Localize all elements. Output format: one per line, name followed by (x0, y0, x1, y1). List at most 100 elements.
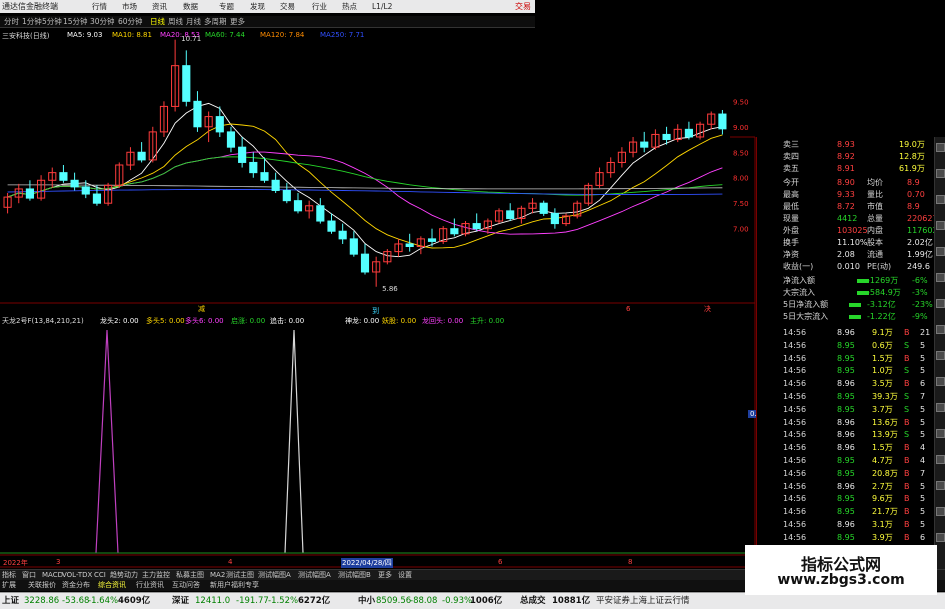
tick-time: 14:56 (783, 366, 807, 376)
sidebar-button-icon[interactable] (936, 299, 945, 308)
period-tab-10[interactable]: 更多 (230, 16, 245, 28)
menu-item-4[interactable]: 专题 (219, 0, 234, 13)
menu-item-6[interactable]: 交易 (280, 0, 295, 13)
tick-price: 8.95 (837, 507, 855, 517)
sidebar-button-icon[interactable] (936, 403, 945, 412)
sidebar-button-icon[interactable] (936, 195, 945, 204)
period-tab-6[interactable]: 日线 (150, 16, 165, 28)
index-value-2: 8509.56 (376, 596, 412, 606)
flow-bar-2 (849, 303, 861, 307)
sidebar-button-icon[interactable] (936, 455, 945, 464)
flow-label-2: 5日净流入额 (783, 300, 829, 309)
top-marker-2: 决 (704, 305, 711, 313)
low-marker: 到 (372, 307, 380, 315)
flow-pct-1: -3% (912, 288, 928, 297)
tick-volume: 3.1万 (872, 520, 893, 529)
menu-item-7[interactable]: 行业 (312, 0, 327, 13)
menu-item-3[interactable]: 数据 (183, 0, 198, 13)
candle-body (70, 179, 79, 188)
ma10-line (7, 123, 723, 249)
period-tab-3[interactable]: 15分钟 (63, 16, 88, 28)
sidebar-button-icon[interactable] (936, 533, 945, 542)
date-label-2: 4 (228, 558, 233, 566)
tick-price: 8.95 (837, 353, 855, 363)
total-volume-label: 总成交 (520, 596, 546, 606)
candle-body (25, 188, 34, 199)
stat-label-5: 换手 (783, 238, 799, 247)
period-tab-5[interactable]: 60分钟 (118, 16, 143, 28)
high-price-label: 10.71 (181, 34, 202, 43)
tick-time: 14:56 (783, 379, 807, 389)
price-axis-label: 8.00 (733, 175, 749, 183)
tick-time: 14:56 (783, 353, 807, 363)
tick-price: 8.95 (837, 366, 855, 376)
tick-price: 8.96 (837, 430, 855, 440)
sidebar-button-icon[interactable] (936, 169, 945, 178)
candle-body (249, 161, 258, 174)
tick-side: B (904, 494, 910, 504)
tick-volume: 3.9万 (872, 532, 893, 542)
ma20-line (7, 151, 723, 235)
period-tab-1[interactable]: 1分钟 (22, 16, 42, 28)
tick-side: B (904, 456, 910, 465)
tick-volume: 0.6万 (872, 340, 893, 350)
index-name-2: 中小 (358, 596, 376, 606)
tick-price: 8.95 (837, 468, 855, 478)
sidebar-button-icon[interactable] (936, 273, 945, 282)
sidebar-button-icon[interactable] (936, 507, 945, 516)
candle-body (360, 253, 370, 273)
tick-time: 14:56 (783, 456, 807, 465)
sidebar-button-icon[interactable] (936, 377, 945, 386)
period-tab-7[interactable]: 周线 (168, 16, 183, 28)
period-tab-4[interactable]: 30分钟 (90, 16, 115, 28)
menu-item-1[interactable]: 市场 (122, 0, 137, 13)
indicator-field-8: 主升: 0.00 (470, 317, 505, 325)
sidebar-button-icon[interactable] (936, 143, 945, 152)
tick-volume: 9.6万 (872, 494, 893, 504)
sidebar-button-icon[interactable] (936, 325, 945, 334)
flow-value-1: -584.9万 (867, 288, 901, 297)
sidebar-button-icon[interactable] (936, 481, 945, 490)
menu-item-8[interactable]: 热点 (342, 0, 357, 13)
info-tab-3[interactable]: 综合资讯 (98, 580, 126, 591)
menu-item-0[interactable]: 行情 (92, 0, 107, 13)
date-label-5: 8 (628, 558, 633, 566)
menu-item-9[interactable]: L1/L2 (372, 0, 392, 13)
candle-body (349, 238, 358, 255)
sidebar-button-icon[interactable] (936, 247, 945, 256)
tick-time: 14:56 (783, 443, 807, 453)
info-tab-2[interactable]: 资金分布 (62, 580, 90, 591)
info-tab-6[interactable]: 新用户福利专享 (210, 580, 259, 591)
ask-label-0: 卖三 (783, 140, 799, 149)
period-tab-9[interactable]: 多周期 (204, 16, 227, 28)
indicator-field-3: 启涨: 0.00 (231, 317, 266, 325)
info-tab-1[interactable]: 关联报价 (28, 580, 56, 591)
sidebar-button-icon[interactable] (936, 351, 945, 360)
menu-item-2[interactable]: 资讯 (152, 0, 167, 13)
tick-count: 5 (920, 494, 926, 504)
tick-side: S (904, 430, 910, 440)
sidebar-button-icon[interactable] (936, 221, 945, 230)
period-tab-2[interactable]: 5分钟 (42, 16, 62, 28)
indicator-spike-2 (284, 329, 304, 554)
index-value-0: 3228.86 (24, 596, 60, 606)
stat-label2-5: 股本 (867, 238, 883, 247)
tick-side: B (904, 520, 910, 529)
info-tab-0[interactable]: 扩展 (2, 580, 16, 591)
sidebar-button-icon[interactable] (936, 429, 945, 438)
ask-volume-0: 19.0万 (899, 140, 925, 149)
period-toolbar: 分时 1分钟 5分钟 15分钟 30分钟 60分钟 日线 周线 月线 多周期 更多 (0, 16, 535, 28)
stat-label2-0: 均价 (867, 178, 883, 187)
indicator-field-5: 神龙: 0.00 (345, 317, 380, 325)
watermark-url: www.zbgs3.com (777, 572, 905, 588)
tick-volume: 20.8万 (872, 468, 898, 478)
period-tab-0[interactable]: 分时 (4, 16, 19, 28)
info-tab-5[interactable]: 互动问答 (172, 580, 200, 591)
period-tab-8[interactable]: 月线 (186, 16, 201, 28)
tick-side: B (904, 532, 910, 542)
menu-item-5[interactable]: 发现 (250, 0, 265, 13)
candle-body (427, 238, 437, 242)
tick-side: B (904, 443, 910, 453)
tick-price: 8.95 (837, 456, 855, 465)
info-tab-4[interactable]: 行业资讯 (136, 580, 164, 591)
